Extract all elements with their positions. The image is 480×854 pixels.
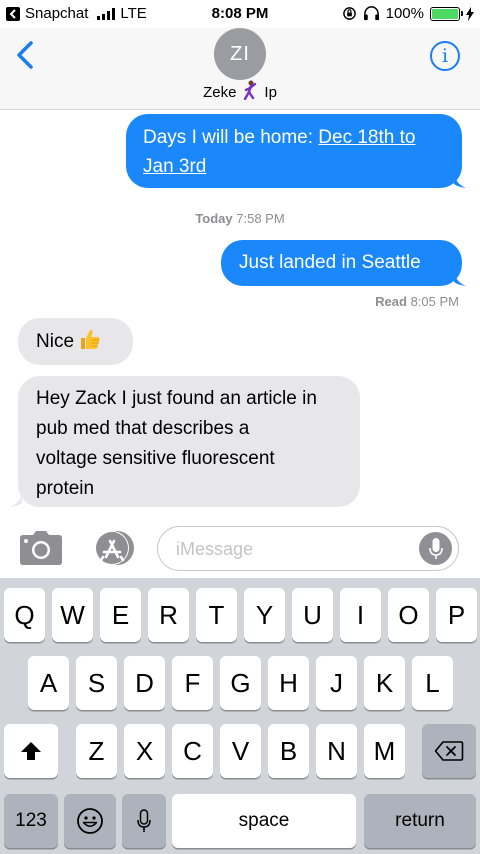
key-h[interactable]: H xyxy=(268,656,309,710)
key-m[interactable]: M xyxy=(364,724,405,778)
app-store-button[interactable] xyxy=(90,530,134,566)
dictation-key[interactable] xyxy=(122,794,166,848)
numbers-key[interactable]: 123 xyxy=(4,794,58,848)
backspace-icon xyxy=(434,741,464,761)
key-p[interactable]: P xyxy=(436,588,477,642)
timestamp-day: Today xyxy=(195,211,233,226)
message-text: Days I will be home: xyxy=(143,127,319,148)
thumbs-up-emoji-icon xyxy=(81,329,100,349)
message-incoming[interactable]: Hey Zack I just found an article in pub … xyxy=(18,376,360,507)
message-input-placeholder: iMessage xyxy=(176,539,254,559)
date-link[interactable]: Dec 18th to xyxy=(318,127,415,148)
charging-bolt-icon xyxy=(466,6,474,21)
battery-icon xyxy=(430,6,463,21)
conversation-header: ZI Zeke Ip i xyxy=(0,28,480,110)
message-outgoing[interactable]: Days I will be home: Dec 18th to Jan 3rd xyxy=(126,114,462,188)
message-outgoing[interactable]: Just landed in Seattle xyxy=(221,240,462,286)
message-text: Nice xyxy=(36,331,75,352)
key-n[interactable]: N xyxy=(316,724,357,778)
dictation-button[interactable] xyxy=(419,532,452,565)
message-line: protein xyxy=(36,478,95,499)
key-o[interactable]: O xyxy=(388,588,429,642)
keyboard: Q W E R T Y U I O P A S D F G H J K L Z … xyxy=(0,578,480,854)
key-e[interactable]: E xyxy=(100,588,141,642)
back-button[interactable] xyxy=(14,40,38,70)
app-store-icon xyxy=(95,531,134,565)
key-c[interactable]: C xyxy=(172,724,213,778)
read-receipt: Read 8:05 PM xyxy=(375,294,459,309)
key-k[interactable]: K xyxy=(364,656,405,710)
dancer-emoji-icon xyxy=(244,80,257,100)
key-b[interactable]: B xyxy=(268,724,309,778)
timestamp: Today 7:58 PM xyxy=(0,211,480,226)
message-line: Hey Zack I just found an article in xyxy=(36,388,317,409)
key-g[interactable]: G xyxy=(220,656,261,710)
key-v[interactable]: V xyxy=(220,724,261,778)
delete-key[interactable] xyxy=(422,724,476,778)
info-icon: i xyxy=(441,45,449,67)
message-line: pub med that describes a xyxy=(36,418,250,439)
timestamp-time: 7:58 PM xyxy=(236,211,285,226)
messages-screen: Snapchat LTE 8:08 PM 100% ZI Zeke Ip i D… xyxy=(0,0,480,854)
key-i[interactable]: I xyxy=(340,588,381,642)
rotation-lock-icon xyxy=(342,7,356,20)
contact-first-name: Zeke xyxy=(203,84,237,101)
contact-avatar[interactable]: ZI xyxy=(214,28,266,80)
emoji-icon xyxy=(77,808,103,834)
key-t[interactable]: T xyxy=(196,588,237,642)
contact-name[interactable]: Zeke Ip xyxy=(0,80,480,101)
key-f[interactable]: F xyxy=(172,656,213,710)
key-a[interactable]: A xyxy=(28,656,69,710)
emoji-key[interactable] xyxy=(64,794,116,848)
status-right: 100% xyxy=(342,5,474,22)
key-y[interactable]: Y xyxy=(244,588,285,642)
key-j[interactable]: J xyxy=(316,656,357,710)
info-button[interactable]: i xyxy=(430,41,460,71)
key-z[interactable]: Z xyxy=(76,724,117,778)
key-d[interactable]: D xyxy=(124,656,165,710)
message-input[interactable]: iMessage xyxy=(157,526,459,571)
return-key[interactable]: return xyxy=(364,794,476,848)
message-incoming[interactable]: Nice xyxy=(18,318,133,365)
key-x[interactable]: X xyxy=(124,724,165,778)
key-q[interactable]: Q xyxy=(4,588,45,642)
microphone-icon xyxy=(137,809,151,832)
camera-button[interactable] xyxy=(20,531,62,565)
bubble-tail xyxy=(454,272,466,286)
message-line: voltage sensitive fluorescent xyxy=(36,448,275,469)
camera-icon xyxy=(20,531,62,565)
read-label: Read xyxy=(375,294,407,309)
key-r[interactable]: R xyxy=(148,588,189,642)
microphone-icon xyxy=(428,537,443,559)
date-link-continued[interactable]: Jan 3rd xyxy=(143,156,206,177)
headphones-icon xyxy=(363,6,379,21)
message-text: Just landed in Seattle xyxy=(239,252,421,273)
read-time: 8:05 PM xyxy=(410,294,459,309)
key-u[interactable]: U xyxy=(292,588,333,642)
contact-last-name: Ip xyxy=(264,84,277,101)
battery-percent: 100% xyxy=(385,5,424,22)
status-bar: Snapchat LTE 8:08 PM 100% xyxy=(0,0,480,28)
compose-bar: iMessage xyxy=(0,518,480,578)
bubble-tail xyxy=(454,174,466,188)
shift-icon xyxy=(21,742,41,760)
key-l[interactable]: L xyxy=(412,656,453,710)
chevron-left-icon xyxy=(17,41,33,69)
key-w[interactable]: W xyxy=(52,588,93,642)
shift-key[interactable] xyxy=(4,724,58,778)
bubble-tail xyxy=(10,493,22,507)
key-s[interactable]: S xyxy=(76,656,117,710)
space-key[interactable]: space xyxy=(172,794,356,848)
